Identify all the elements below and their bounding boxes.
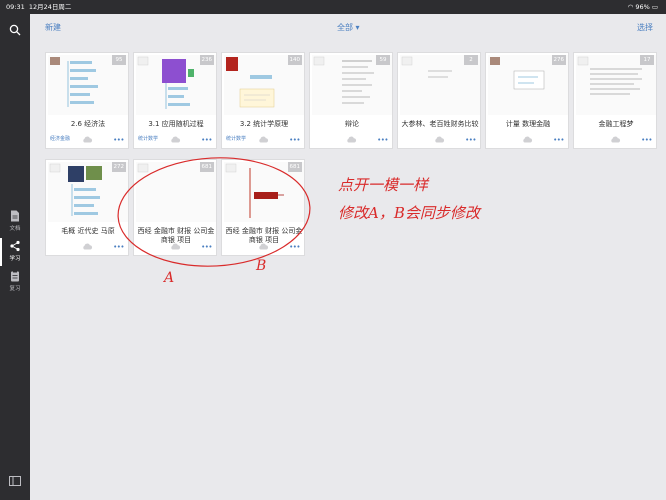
document-card-a[interactable]: 681 西经 金融市 财报 公司金 商银 项目 ••• (133, 159, 217, 256)
card-tag: 统计数学 (226, 136, 247, 142)
status-bar: 09:31 12月24日周二 ◠ 96% ▭ (0, 0, 666, 14)
card-title: 金融工程梦 (598, 120, 634, 128)
more-options-button[interactable]: ••• (641, 136, 652, 144)
card-title: 2.6 经济法 (70, 120, 106, 128)
note-count-badge: 272 (111, 162, 126, 172)
card-title: 3.2 统计学原理 (239, 120, 289, 128)
battery-percent: 96% (635, 3, 650, 11)
expand-sidebar-icon[interactable] (9, 476, 21, 486)
filter-dropdown[interactable]: 全部 ▾ (337, 22, 360, 33)
status-date: 12月24日周二 (28, 3, 72, 11)
note-count-badge: 95 (112, 55, 126, 65)
status-indicators: ◠ 96% ▭ (628, 0, 658, 14)
card-title: 计量 数理金融 (505, 120, 551, 128)
note-count-badge: 2 (464, 55, 478, 65)
share-icon (10, 240, 20, 252)
annotation-label-b: B (256, 258, 267, 274)
status-time-date: 09:31 12月24日周二 (6, 0, 71, 14)
status-time: 09:31 (6, 3, 25, 11)
cloud-icon (83, 136, 93, 143)
sidebar-item-study[interactable]: 学习 (0, 238, 30, 266)
more-options-button[interactable]: ••• (289, 136, 300, 144)
more-options-button[interactable]: ••• (113, 243, 124, 251)
more-options-button[interactable]: ••• (201, 136, 212, 144)
main-content: 新建 全部 ▾ 选择 95 2.6 经济法 经济金融 ••• 236 3.1 应… (30, 14, 666, 500)
top-toolbar: 新建 全部 ▾ 选择 (30, 14, 666, 38)
card-tag: 经济金融 (50, 136, 71, 142)
note-count-badge: 17 (640, 55, 654, 65)
cloud-icon (83, 243, 93, 250)
cloud-icon (259, 136, 269, 143)
card-title: 3.1 应用随机过程 (148, 120, 204, 128)
document-card[interactable]: 2 大参林、老百姓财务比较 ••• (397, 52, 481, 149)
select-button[interactable]: 选择 (637, 22, 653, 33)
battery-icon: ▭ (651, 3, 658, 11)
document-card[interactable]: 140 3.2 统计学原理 统计数学 ••• (221, 52, 305, 149)
cloud-icon (347, 136, 357, 143)
more-options-button[interactable]: ••• (465, 136, 476, 144)
more-options-button[interactable]: ••• (377, 136, 388, 144)
document-card[interactable]: 236 3.1 应用随机过程 统计数学 ••• (133, 52, 217, 149)
sidebar: 文档 学习 复习 (0, 14, 30, 500)
wifi-icon: ◠ (627, 3, 634, 11)
note-count-badge: 276 (551, 55, 566, 65)
new-button[interactable]: 新建 (45, 22, 61, 33)
cloud-icon (259, 243, 269, 250)
note-count-badge: 236 (199, 55, 214, 65)
note-count-badge: 681 (199, 162, 214, 172)
card-title: 辩论 (345, 120, 359, 128)
more-options-button[interactable]: ••• (553, 136, 564, 144)
cloud-icon (435, 136, 445, 143)
document-card[interactable]: 59 辩论 ••• (309, 52, 393, 149)
document-card[interactable]: 17 金融工程梦 ••• (573, 52, 657, 149)
annotation-note-line1: 点开一模一样 (338, 176, 429, 194)
cloud-icon (611, 136, 621, 143)
annotation-label-a: A (164, 270, 175, 286)
sidebar-item-review[interactable]: 复习 (0, 270, 30, 296)
cloud-icon (523, 136, 533, 143)
sidebar-item-documents[interactable]: 文档 (0, 210, 30, 236)
sidebar-item-label: 文档 (9, 226, 21, 232)
cloud-icon (171, 136, 181, 143)
document-card[interactable]: 272 毛概 近代史 马原 ••• (45, 159, 129, 256)
note-count-badge: 140 (287, 55, 302, 65)
card-title: 毛概 近代史 马原 (61, 227, 115, 235)
note-count-badge: 59 (376, 55, 390, 65)
annotation-note-line2: 修改A，B会同步修改 (338, 204, 480, 222)
card-title: 大参林、老百姓财务比较 (401, 120, 479, 128)
cloud-icon (171, 243, 181, 250)
document-icon (11, 210, 19, 222)
document-card-b[interactable]: 681 西经 金融市 财报 公司金 商银 项目 ••• (221, 159, 305, 256)
more-options-button[interactable]: ••• (201, 243, 212, 251)
active-indicator (0, 238, 2, 266)
document-card[interactable]: 95 2.6 经济法 经济金融 ••• (45, 52, 129, 149)
search-icon[interactable] (9, 24, 21, 36)
more-options-button[interactable]: ••• (113, 136, 124, 144)
sidebar-item-label: 复习 (9, 286, 21, 292)
clipboard-icon (11, 270, 19, 282)
note-count-badge: 681 (287, 162, 302, 172)
card-tag: 统计数学 (138, 136, 159, 142)
more-options-button[interactable]: ••• (289, 243, 300, 251)
sidebar-item-label: 学习 (9, 256, 21, 262)
document-card[interactable]: 276 计量 数理金融 ••• (485, 52, 569, 149)
